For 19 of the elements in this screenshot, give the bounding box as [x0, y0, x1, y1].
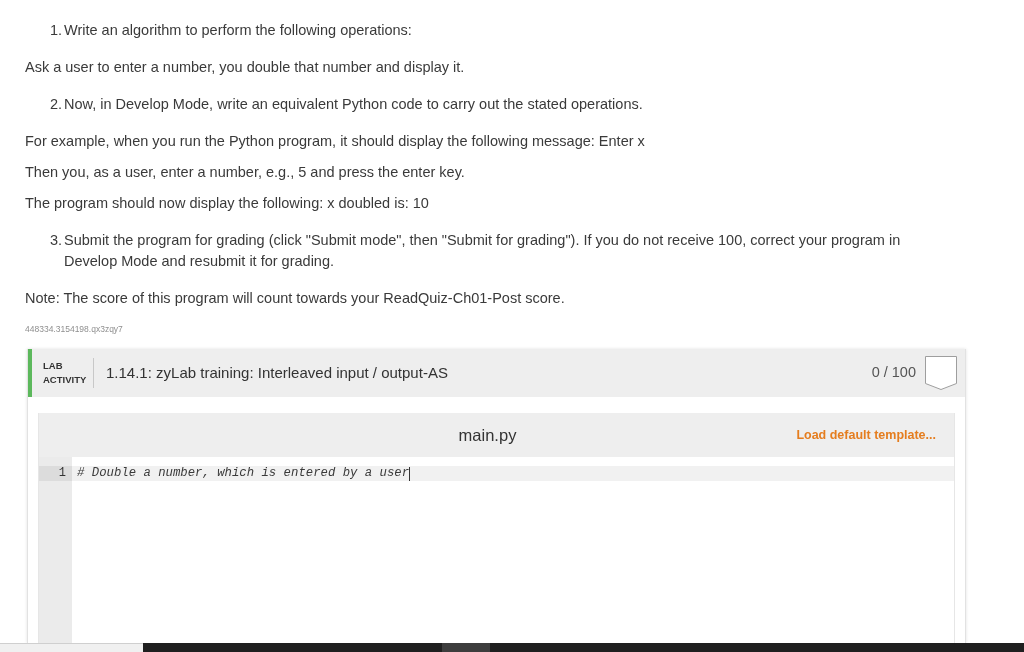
taskbar-highlight — [442, 643, 490, 652]
load-default-template-link[interactable]: Load default template... — [796, 425, 936, 445]
instruction-text: Now, in Develop Mode, write an equivalent Python code to carry out the stated operations. — [64, 95, 643, 114]
list-number: 3. — [50, 231, 64, 250]
instruction-text: Submit the program for grading (click "Submit mode", then "Submit for grading"). If you do not receive 100, correct your program in Develop Mode and resubmit it for grading. — [64, 231, 902, 271]
lab-activity-label: LAB ACTIVITY — [43, 359, 88, 387]
text-cursor — [409, 466, 411, 481]
paragraph: Note: The score of this program will count towards your ReadQuiz-Ch01-Post score. — [25, 289, 565, 308]
filename: main.py — [458, 424, 517, 446]
line-number: 1 — [39, 466, 72, 481]
code-comment: # Double a number, which is entered by a user — [77, 466, 410, 481]
lab-title: 1.14.1: zyLab training: Interleaved input / output-AS — [106, 362, 449, 383]
score-text: 0 / 100 — [871, 363, 916, 383]
paragraph: For example, when you run the Python program, it should display the following message: Enter x Then you, as a user, enter a number, e.g., 5 and press the enter key. The program should now display the following: x doubled is: 10 — [25, 132, 645, 213]
list-number: 2. — [50, 95, 64, 114]
content-id: 448334.3154198.qx3zqy7 — [25, 325, 123, 334]
instruction-text: Write an algorithm to perform the following operations: — [64, 21, 412, 40]
list-number: 1. — [50, 21, 64, 40]
paragraph: Ask a user to enter a number, you double that number and display it. — [25, 58, 465, 77]
